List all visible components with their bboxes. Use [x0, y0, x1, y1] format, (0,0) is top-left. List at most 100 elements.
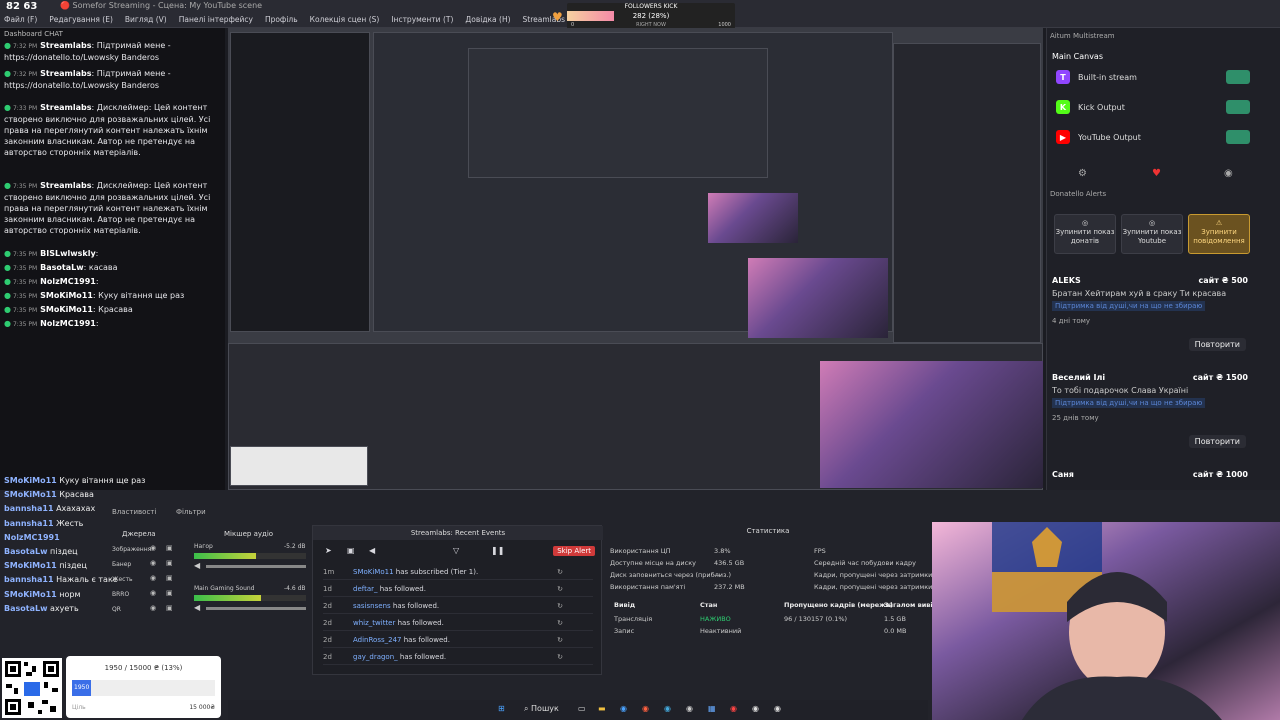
- chat-username[interactable]: bannsha11: [4, 504, 54, 513]
- stop-youtube-button[interactable]: ◎ Зупинити показ Youtube: [1121, 214, 1183, 254]
- speaker-icon[interactable]: ◀: [194, 561, 200, 570]
- source-item[interactable]: Жесть: [112, 576, 132, 583]
- chat-username[interactable]: bannsha11: [4, 575, 54, 584]
- repeat-icon[interactable]: ↻: [557, 615, 563, 631]
- output-row[interactable]: ▶ YouTube Output: [1056, 124, 1250, 150]
- telegram-icon[interactable]: ◉: [664, 704, 671, 713]
- filter-icon[interactable]: ▽: [453, 546, 459, 555]
- obs-icon[interactable]: ◉: [752, 704, 759, 713]
- chat-username[interactable]: NolzMC1991: [40, 319, 96, 328]
- stat-label: Середній час побудови кадру: [814, 559, 917, 567]
- repeat-icon[interactable]: ↻: [557, 632, 563, 648]
- event-user[interactable]: sasisnsens: [353, 602, 391, 610]
- app-icon[interactable]: ▦: [708, 704, 716, 713]
- lock-icon[interactable]: ▣: [166, 589, 173, 597]
- source-item[interactable]: Зображення: [112, 546, 151, 553]
- chat-username[interactable]: SMoKiMo11: [40, 291, 93, 300]
- replay-button[interactable]: Повторити: [1188, 435, 1246, 448]
- output-row[interactable]: T Built-in stream: [1056, 64, 1250, 90]
- volume-slider[interactable]: [206, 565, 306, 568]
- chrome-icon[interactable]: ◉: [730, 704, 737, 713]
- stop-messages-button[interactable]: ⚠ Зупинити повідомлення: [1188, 214, 1250, 254]
- app-icon[interactable]: ◉: [686, 704, 693, 713]
- eye-icon[interactable]: ◉: [150, 604, 156, 612]
- chat-username[interactable]: bannsha11: [4, 519, 54, 528]
- stop-donations-button[interactable]: ◎ Зупинити показ донатів: [1054, 214, 1116, 254]
- chat-username[interactable]: BasotaLw: [4, 604, 47, 613]
- pause-icon[interactable]: ❚❚: [491, 546, 504, 555]
- menu-view[interactable]: Вигляд (V): [125, 12, 167, 27]
- chat-username[interactable]: BasotaLw: [4, 547, 47, 556]
- chat-username[interactable]: Streamlabs: [40, 41, 91, 50]
- output-toggle[interactable]: [1226, 100, 1250, 114]
- repeat-icon[interactable]: ↻: [557, 649, 563, 665]
- event-user[interactable]: SMoKiMo11: [353, 568, 394, 576]
- filters-tab[interactable]: Фільтри: [176, 508, 206, 516]
- chat-username[interactable]: BasotaLw: [40, 263, 83, 272]
- taskbar-search[interactable]: ⌕ Пошук: [524, 704, 559, 714]
- menu-docks[interactable]: Панелі інтерфейсу: [179, 12, 253, 27]
- eye-icon[interactable]: ◉: [150, 589, 156, 597]
- lock-icon[interactable]: ▣: [166, 574, 173, 582]
- chat-username[interactable]: BISLwlwskly: [40, 249, 96, 258]
- event-user[interactable]: AdinRoss_247: [353, 636, 401, 644]
- volume-slider[interactable]: [206, 607, 306, 610]
- event-age: 2d: [323, 653, 332, 661]
- windows-start-icon[interactable]: ⊞: [498, 704, 505, 713]
- output-toggle[interactable]: [1226, 70, 1250, 84]
- task-view-icon[interactable]: ▭: [578, 704, 586, 713]
- repeat-icon[interactable]: ↻: [557, 598, 563, 614]
- chat-username[interactable]: SMoKiMo11: [4, 490, 57, 499]
- speaker-icon[interactable]: ◀: [194, 603, 200, 612]
- eye-icon[interactable]: ◉: [150, 574, 156, 582]
- skip-alert-button[interactable]: Skip Alert: [553, 546, 595, 556]
- chat-message-list[interactable]: ● 7:32 PM Streamlabs: Підтримай мене - htt…: [0, 40, 225, 490]
- firefox-icon[interactable]: ◉: [642, 704, 649, 713]
- chat-username[interactable]: SMoKiMo11: [4, 476, 57, 485]
- eye-icon[interactable]: ◉: [150, 559, 156, 567]
- menu-scene-collection[interactable]: Колекція сцен (S): [310, 12, 380, 27]
- send-icon[interactable]: ➤: [325, 546, 332, 555]
- chat-username[interactable]: SMoKiMo11: [40, 305, 93, 314]
- menu-help[interactable]: Довідка (H): [465, 12, 510, 27]
- event-user[interactable]: whiz_twitter: [353, 619, 395, 627]
- eye-icon[interactable]: ◉: [150, 544, 156, 552]
- chat-message: ● 7:35 PM BasotaLw: касава: [4, 262, 219, 274]
- app-icon[interactable]: ◉: [774, 704, 781, 713]
- lock-icon[interactable]: ▣: [166, 544, 173, 552]
- chat-username[interactable]: SMoKiMo11: [4, 590, 57, 599]
- repeat-icon[interactable]: ↻: [557, 564, 563, 580]
- taskbar-search-label: Пошук: [531, 704, 559, 713]
- megaphone-icon[interactable]: ◀: [369, 546, 375, 555]
- chat-username[interactable]: NolzMC1991: [40, 277, 96, 286]
- event-user[interactable]: gay_dragon_: [353, 653, 398, 661]
- menu-profile[interactable]: Профіль: [265, 12, 298, 27]
- chat-username[interactable]: Streamlabs: [40, 69, 91, 78]
- edge-icon[interactable]: ◉: [620, 704, 627, 713]
- source-item[interactable]: QR: [112, 606, 121, 613]
- lock-icon[interactable]: ▣: [166, 559, 173, 567]
- menu-edit[interactable]: Редагування (E): [49, 12, 113, 27]
- preview-canvas[interactable]: [228, 28, 1043, 490]
- properties-tab[interactable]: Властивості: [112, 508, 156, 516]
- lock-icon[interactable]: ▣: [166, 604, 173, 612]
- repeat-icon[interactable]: ↻: [557, 581, 563, 597]
- gear-icon[interactable]: ⚙: [1078, 168, 1087, 179]
- chat-username[interactable]: SMoKiMo11: [4, 561, 57, 570]
- heart-icon[interactable]: ♥: [1152, 168, 1161, 179]
- source-item[interactable]: BRRO: [112, 591, 129, 598]
- folder-icon[interactable]: ▬: [598, 704, 606, 713]
- output-toggle[interactable]: [1226, 130, 1250, 144]
- source-item[interactable]: Банер: [112, 561, 131, 568]
- replay-button[interactable]: Повторити: [1188, 338, 1246, 351]
- mixer-channel-name: Нагор: [194, 543, 213, 550]
- menu-tools[interactable]: Інструменти (T): [391, 12, 453, 27]
- event-user[interactable]: deftar_: [353, 585, 378, 593]
- chat-username[interactable]: Streamlabs: [40, 181, 91, 190]
- lock-icon[interactable]: ▣: [347, 546, 355, 555]
- chat-username[interactable]: Streamlabs: [40, 103, 91, 112]
- output-row[interactable]: K Kick Output: [1056, 94, 1250, 120]
- chat-username[interactable]: NolzMC1991: [4, 533, 60, 542]
- chat-bubble-icon[interactable]: ◉: [1224, 168, 1233, 179]
- menu-file[interactable]: Файл (F): [4, 12, 37, 27]
